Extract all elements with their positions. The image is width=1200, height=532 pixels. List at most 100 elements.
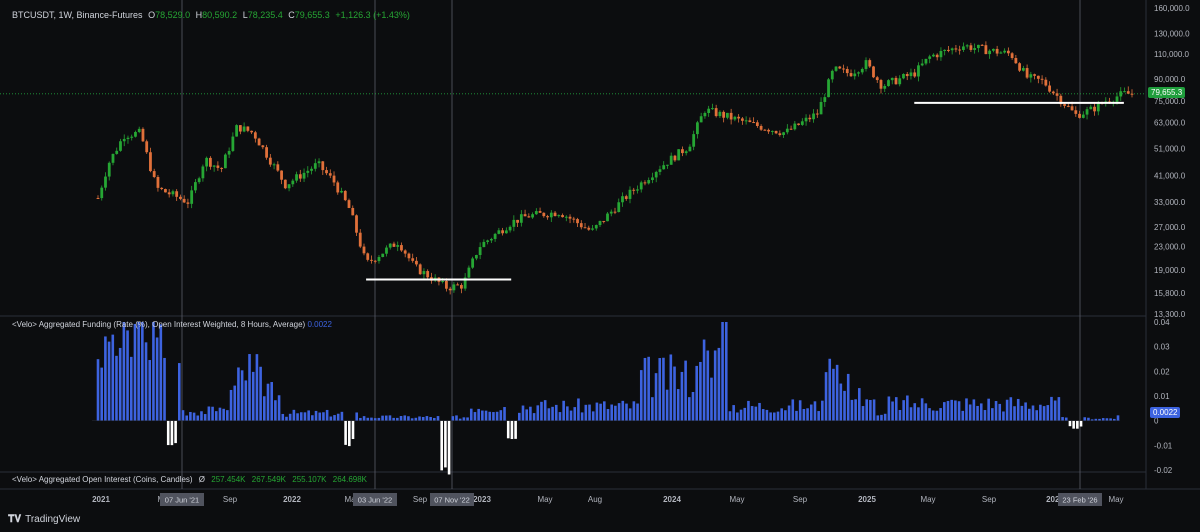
funding-pane	[92, 322, 1120, 475]
funding-bar	[824, 372, 828, 421]
candle-body	[696, 122, 699, 135]
candle-body	[257, 138, 261, 146]
candle-body	[1044, 79, 1048, 86]
funding-bar	[880, 414, 883, 421]
funding-bar	[769, 412, 772, 421]
funding-bar	[115, 355, 118, 421]
candle-body	[598, 220, 602, 226]
tradingview-branding[interactable]: 𝐓𝐕 TradingView	[8, 514, 80, 525]
funding-bar	[362, 416, 366, 421]
funding-axis-label: 0.01	[1154, 392, 1170, 401]
funding-bar	[869, 400, 872, 421]
candle-body	[561, 215, 564, 218]
funding-bar	[821, 400, 824, 421]
symbol-legend[interactable]: BTCUSDT, 1W, Binance-Futures O78,529.0 H…	[12, 10, 413, 20]
funding-bar	[263, 396, 266, 421]
funding-bar	[255, 354, 259, 421]
candle-body	[283, 179, 287, 189]
candle-body	[647, 180, 651, 184]
funding-bar	[518, 412, 521, 421]
candle-body	[388, 243, 392, 248]
candle-body	[467, 267, 471, 278]
funding-bar	[562, 400, 565, 421]
time-axis-label: Sep	[982, 495, 997, 504]
funding-bar	[1031, 405, 1035, 421]
funding-bar	[174, 420, 177, 444]
funding-bar	[292, 409, 296, 421]
funding-bar	[510, 420, 514, 440]
funding-bar	[780, 408, 783, 421]
funding-bar	[591, 411, 595, 421]
candle-body	[194, 182, 197, 191]
candle-body	[729, 112, 733, 120]
candle-body	[669, 155, 673, 165]
funding-bar	[651, 397, 654, 421]
candle-body	[857, 72, 860, 74]
funding-bar	[972, 399, 976, 421]
funding-bar	[196, 415, 200, 421]
chart-canvas[interactable]: 160,000.0 130,000.0 110,000.0 90,000.0 75,00…	[0, 0, 1200, 532]
funding-bar	[754, 406, 758, 421]
funding-bar	[806, 408, 809, 421]
funding-bar	[344, 420, 347, 445]
funding-bar	[1057, 397, 1061, 421]
candle-body	[613, 211, 617, 213]
funding-bar	[843, 390, 846, 421]
candle-body	[164, 189, 167, 193]
candle-body	[666, 164, 669, 166]
candle-body	[268, 157, 272, 165]
funding-bar	[1035, 410, 1038, 421]
candle-body	[400, 245, 403, 251]
funding-bar	[924, 403, 928, 421]
funding-bar	[1028, 408, 1031, 421]
candle-body	[1063, 104, 1066, 106]
oi-open: 257.454K	[211, 475, 246, 484]
funding-bar	[1098, 418, 1101, 421]
candle-body	[714, 108, 718, 117]
time-axis-label: 2023	[473, 495, 491, 504]
funding-bar	[713, 350, 717, 421]
funding-bar	[983, 410, 987, 421]
funding-bar	[802, 408, 806, 421]
funding-bar	[721, 322, 724, 421]
candle-body	[471, 258, 475, 268]
price-axis-label: 130,000.0	[1154, 30, 1190, 39]
funding-bar	[566, 406, 569, 421]
candle-body	[594, 225, 598, 229]
funding-bar	[828, 358, 832, 421]
candle-body	[452, 284, 456, 291]
funding-bar	[429, 416, 432, 421]
funding-bar	[710, 377, 713, 421]
candle-body	[223, 154, 227, 169]
funding-bar	[1113, 418, 1116, 421]
funding-bar	[133, 324, 137, 421]
candle-body	[587, 227, 591, 230]
candle-body	[542, 212, 546, 217]
funding-legend[interactable]: <Velo> Aggregated Funding (Rate (%), Ope…	[12, 320, 332, 329]
candle-body	[156, 176, 160, 188]
funding-bar	[1116, 415, 1120, 421]
funding-bar	[979, 403, 983, 421]
funding-bar	[950, 399, 953, 421]
funding-bar	[407, 416, 410, 421]
funding-bar	[998, 403, 1002, 421]
candle-body	[868, 60, 872, 67]
candle-body	[845, 68, 849, 74]
funding-bar	[266, 383, 270, 421]
candle-body	[1126, 91, 1130, 94]
funding-bar	[665, 389, 669, 421]
candle-body	[770, 130, 774, 132]
candle-body	[355, 215, 358, 233]
funding-bar	[277, 395, 281, 421]
oi-legend[interactable]: <Velo> Aggregated Open Interest (Coins, …	[12, 475, 367, 484]
candle-body	[253, 132, 257, 139]
funding-bar	[854, 399, 857, 421]
candle-body	[246, 126, 250, 131]
candle-body	[905, 74, 909, 77]
candle-body	[403, 250, 407, 254]
time-axis-label: Aug	[588, 495, 602, 504]
funding-bar	[835, 364, 839, 421]
candle-body	[1018, 63, 1022, 71]
candle-body	[407, 253, 411, 259]
funding-bar	[381, 415, 384, 421]
